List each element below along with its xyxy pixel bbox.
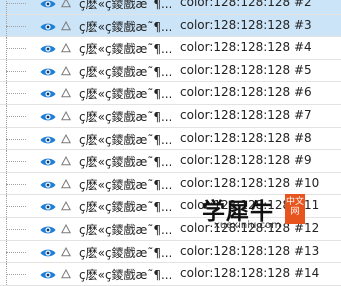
layer-row[interactable]: ç麽«ç鑁戲æ˜¶... color:128:128:128 #7 [0, 104, 341, 128]
layer-row[interactable]: ç麽«ç鑁戲æ˜¶... color:128:128:128 #14 [0, 263, 341, 286]
layer-name: ç麽«ç鑁戲æ˜¶... [79, 155, 171, 170]
layer-value: color:128:128:128 #9 [180, 153, 312, 168]
tree-branch [6, 183, 26, 186]
layer-row[interactable]: ç麽«ç鑁戲æ˜¶... color:128:128:128 #4 [0, 37, 341, 60]
triangle-icon[interactable] [61, 133, 71, 144]
layer-name: ç麽«ç鑁戲æ˜¶... [79, 0, 171, 11]
layer-value: color:128:128:128 #4 [180, 40, 312, 55]
layer-value: color:128:128:128 #6 [180, 85, 312, 100]
layer-row[interactable]: ç麽«ç鑁戲æ˜¶... color:128:128:128 #3 [0, 14, 341, 38]
triangle-icon[interactable] [61, 223, 71, 234]
layer-name: ç麽«ç鑁戲æ˜¶... [79, 109, 171, 124]
watermark-badge: 中文网 [285, 194, 305, 224]
tree-branch [6, 3, 26, 5]
layer-value: color:128:128:128 #7 [180, 107, 312, 122]
layer-row[interactable]: ç麽«ç鑁戲æ˜¶... color:128:128:128 #8 [0, 127, 341, 151]
triangle-icon[interactable] [61, 20, 71, 31]
layer-row[interactable]: ç麽«ç鑁戲æ˜¶... color:128:128:128 #2 [0, 0, 341, 15]
triangle-icon[interactable] [61, 201, 71, 211]
watermark-logo: 学犀牛 xuexiniu.com 中文网 [202, 192, 312, 236]
layer-value: color:128:128:128 #8 [180, 130, 312, 145]
layer-name: ç麽«ç鑁戲æ˜¶... [79, 64, 171, 79]
watermark-url: xuexiniu.com [214, 220, 281, 231]
eye-icon[interactable] [40, 248, 56, 258]
eye-icon[interactable] [40, 202, 56, 212]
eye-icon[interactable] [40, 225, 56, 235]
triangle-icon[interactable] [61, 156, 71, 166]
layer-list: ç麽«ç鑁戲æ˜¶... color:128:128:128 #2 ç麽«ç鑁戲æ˜… [0, 0, 341, 286]
layer-name: ç麽«ç鑁戲æ˜¶... [79, 268, 171, 283]
layer-name: ç麽«ç鑁戲æ˜¶... [79, 87, 171, 102]
layer-name: ç麽«ç鑁戲æ˜¶... [79, 222, 171, 237]
eye-icon[interactable] [40, 180, 56, 190]
triangle-icon[interactable] [61, 269, 71, 279]
eye-icon[interactable] [40, 44, 56, 54]
tree-branch [6, 70, 26, 73]
layer-row[interactable]: ç麽«ç鑁戲æ˜¶... color:128:128:128 #13 [0, 240, 341, 264]
triangle-icon[interactable] [61, 178, 71, 189]
eye-icon[interactable] [40, 270, 56, 280]
tree-branch [6, 274, 26, 276]
triangle-icon[interactable] [61, 246, 71, 257]
layer-name: ç麽«ç鑁戲æ˜¶... [79, 200, 171, 215]
tree-branch [6, 161, 26, 163]
layer-name: ç麽«ç鑁戲æ˜¶... [79, 42, 171, 57]
layer-value: color:128:128:128 #5 [180, 62, 312, 77]
layer-name: ç麽«ç鑁戲æ˜¶... [79, 245, 171, 260]
layer-name: ç麽«ç鑁戲æ˜¶... [79, 19, 171, 34]
triangle-icon[interactable] [61, 0, 71, 8]
triangle-icon[interactable] [61, 43, 71, 53]
layer-value: color:128:128:128 #3 [180, 17, 312, 32]
tree-branch [6, 115, 26, 118]
tree-branch [6, 206, 26, 208]
layer-value: color:128:128:128 #10 [180, 175, 320, 190]
eye-icon[interactable] [40, 0, 56, 9]
tree-branch [6, 93, 26, 95]
layer-row[interactable]: ç麽«ç鑁戲æ˜¶... color:128:128:128 #5 [0, 59, 341, 83]
eye-icon[interactable] [40, 22, 56, 32]
layer-row[interactable]: ç麽«ç鑁戲æ˜¶... color:128:128:128 #9 [0, 150, 341, 173]
triangle-icon[interactable] [61, 65, 71, 76]
tree-branch [6, 251, 26, 254]
tree-branch [6, 25, 26, 28]
eye-icon[interactable] [40, 112, 56, 122]
tree-branch [6, 48, 26, 50]
layer-row[interactable]: ç麽«ç鑁戲æ˜¶... color:128:128:128 #6 [0, 82, 341, 105]
layer-value: color:128:128:128 #13 [180, 243, 320, 258]
eye-icon[interactable] [40, 135, 56, 145]
triangle-icon[interactable] [61, 110, 71, 121]
eye-icon[interactable] [40, 67, 56, 77]
layer-name: ç麽«ç鑁戲æ˜¶... [79, 177, 171, 192]
layer-value: color:128:128:128 #2 [180, 0, 312, 9]
tree-branch [6, 138, 26, 141]
eye-icon[interactable] [40, 89, 56, 99]
eye-icon[interactable] [40, 157, 56, 167]
tree-branch [6, 228, 26, 231]
layer-name: ç麽«ç鑁戲æ˜¶... [79, 132, 171, 147]
layer-value: color:128:128:128 #14 [180, 266, 320, 281]
triangle-icon[interactable] [61, 88, 71, 98]
